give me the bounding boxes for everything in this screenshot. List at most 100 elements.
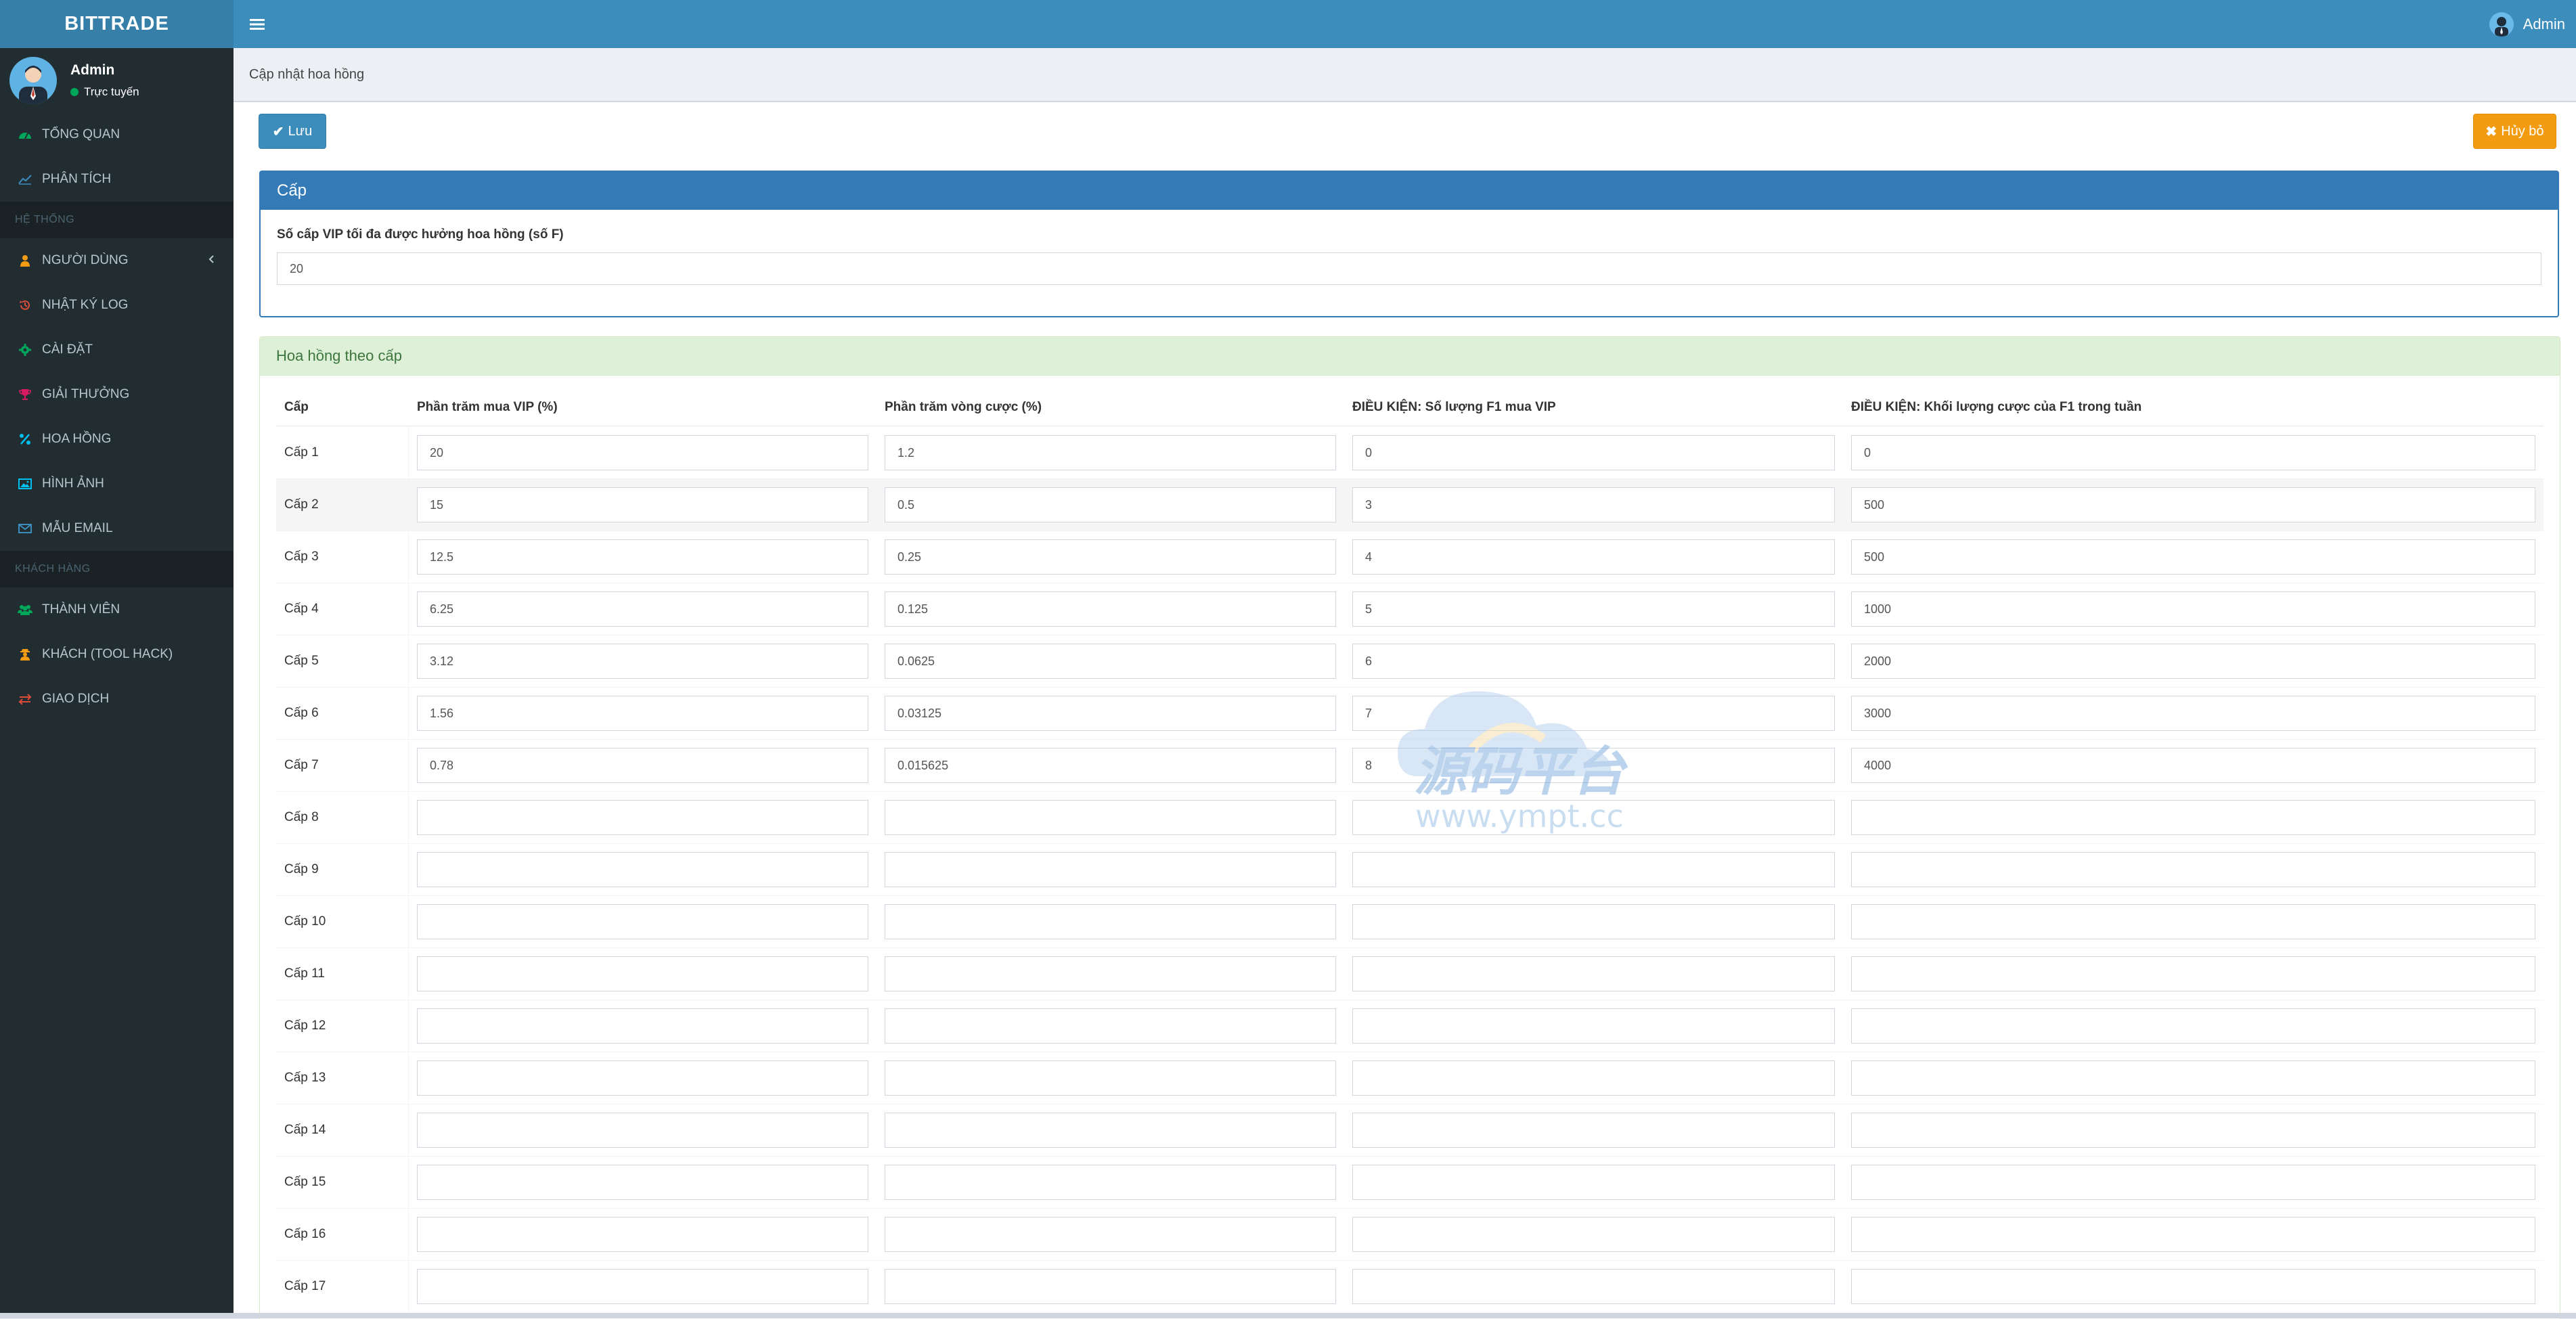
f1-count-input[interactable] <box>1352 1165 1835 1200</box>
f1-count-input[interactable] <box>1352 1008 1835 1044</box>
table-row: Cấp 1 20 1.2 0 0 <box>276 426 2544 478</box>
f1-count-input[interactable]: 3 <box>1352 487 1835 522</box>
save-button[interactable]: ✔ Lưu <box>259 114 326 149</box>
sidebar-item-khach-tool-hack[interactable]: KHÁCH (TOOL HACK) <box>0 632 234 677</box>
app-logo[interactable]: BITTRADE <box>0 0 234 48</box>
max-vip-level-input[interactable]: 20 <box>277 252 2541 285</box>
vip-percent-input[interactable]: 12.5 <box>417 539 868 575</box>
bet-percent-input[interactable] <box>885 904 1336 939</box>
f1-volume-input[interactable] <box>1851 1165 2535 1200</box>
f1-count-input[interactable]: 8 <box>1352 748 1835 783</box>
sidebar-item-giao-dich[interactable]: GIAO DỊCH <box>0 677 234 721</box>
f1-volume-input[interactable] <box>1851 1008 2535 1044</box>
vip-percent-input[interactable]: 1.56 <box>417 696 868 731</box>
bottom-scrollbar[interactable] <box>0 1313 2576 1318</box>
vip-percent-input[interactable] <box>417 1113 868 1148</box>
sidebar-item-cai-dat[interactable]: CÀI ĐẶT <box>0 328 234 372</box>
vip-percent-input[interactable] <box>417 956 868 991</box>
f1-volume-input[interactable] <box>1851 852 2535 887</box>
bet-percent-input[interactable]: 0.5 <box>885 487 1336 522</box>
cancel-button[interactable]: ✖ Hủy bỏ <box>2473 114 2556 149</box>
row-level-label: Cấp 12 <box>276 1000 409 1052</box>
f1-count-input[interactable] <box>1352 956 1835 991</box>
bet-percent-input[interactable] <box>885 852 1336 887</box>
sidebar-item-giai-thuong[interactable]: GIẢI THƯỞNG <box>0 372 234 417</box>
f1-volume-input[interactable]: 500 <box>1851 539 2535 575</box>
sidebar-item-thanh-vien[interactable]: THÀNH VIÊN <box>0 587 234 632</box>
sidebar-item-mau-email[interactable]: MẪU EMAIL <box>0 506 234 551</box>
sidebar-item-nguoi-dung[interactable]: NGƯỜI DÙNG <box>0 238 234 283</box>
vip-percent-input[interactable] <box>417 1217 868 1252</box>
vip-percent-input[interactable]: 15 <box>417 487 868 522</box>
gear-icon <box>18 342 32 357</box>
sidebar-item-label: THÀNH VIÊN <box>42 602 120 617</box>
f1-count-input[interactable] <box>1352 1217 1835 1252</box>
f1-count-input[interactable]: 0 <box>1352 435 1835 470</box>
f1-count-input[interactable] <box>1352 904 1835 939</box>
sidebar-item-label: PHÂN TÍCH <box>42 172 112 186</box>
top-user-menu[interactable]: Admin <box>2489 0 2565 48</box>
sidebar-item-tong-quan[interactable]: TỔNG QUAN <box>0 112 234 157</box>
f1-volume-input[interactable] <box>1851 1269 2535 1304</box>
bet-percent-input[interactable]: 1.2 <box>885 435 1336 470</box>
sidebar-item-nhat-ky-log[interactable]: NHẬT KÝ LOG <box>0 283 234 328</box>
vip-percent-input[interactable]: 0.78 <box>417 748 868 783</box>
table-row: Cấp 3 12.5 0.25 4 500 <box>276 531 2544 583</box>
vip-percent-input[interactable] <box>417 1008 868 1044</box>
vip-percent-input[interactable]: 20 <box>417 435 868 470</box>
sidebar-item-phan-tich[interactable]: PHÂN TÍCH <box>0 157 234 202</box>
f1-count-input[interactable] <box>1352 1113 1835 1148</box>
bet-percent-input[interactable] <box>885 1217 1336 1252</box>
bet-percent-input[interactable] <box>885 1269 1336 1304</box>
bet-percent-input[interactable] <box>885 1060 1336 1096</box>
bet-percent-input[interactable] <box>885 1113 1336 1148</box>
chevron-left-icon[interactable] <box>208 253 215 268</box>
bet-percent-input[interactable]: 0.015625 <box>885 748 1336 783</box>
row-level-label: Cấp 17 <box>276 1261 409 1312</box>
f1-count-input[interactable] <box>1352 1269 1835 1304</box>
bet-percent-input[interactable] <box>885 956 1336 991</box>
table-cell: 0.125 <box>876 591 1344 627</box>
bet-percent-input[interactable]: 0.0625 <box>885 644 1336 679</box>
f1-volume-input[interactable]: 0 <box>1851 435 2535 470</box>
table-row: Cấp 5 3.12 0.0625 6 2000 <box>276 635 2544 687</box>
vip-percent-input[interactable] <box>417 800 868 835</box>
f1-volume-input[interactable]: 4000 <box>1851 748 2535 783</box>
vip-percent-input[interactable] <box>417 1269 868 1304</box>
f1-volume-input[interactable]: 2000 <box>1851 644 2535 679</box>
vip-percent-input[interactable]: 3.12 <box>417 644 868 679</box>
sidebar-item-hinh-anh[interactable]: HÌNH ẢNH <box>0 462 234 506</box>
f1-volume-input[interactable]: 1000 <box>1851 591 2535 627</box>
f1-count-input[interactable]: 6 <box>1352 644 1835 679</box>
f1-count-input[interactable]: 5 <box>1352 591 1835 627</box>
vip-percent-input[interactable]: 6.25 <box>417 591 868 627</box>
f1-count-input[interactable]: 7 <box>1352 696 1835 731</box>
vip-percent-input[interactable] <box>417 1165 868 1200</box>
vip-percent-input[interactable] <box>417 904 868 939</box>
bet-percent-input[interactable] <box>885 1165 1336 1200</box>
sidebar-item-hoa-hong[interactable]: HOA HỒNG <box>0 417 234 462</box>
vip-percent-input[interactable] <box>417 852 868 887</box>
f1-volume-input[interactable] <box>1851 800 2535 835</box>
vip-percent-input[interactable] <box>417 1060 868 1096</box>
bet-percent-input[interactable] <box>885 800 1336 835</box>
f1-volume-input[interactable] <box>1851 1217 2535 1252</box>
table-cell <box>409 904 876 939</box>
bet-percent-input[interactable] <box>885 1008 1336 1044</box>
f1-count-input[interactable] <box>1352 852 1835 887</box>
f1-volume-input[interactable]: 500 <box>1851 487 2535 522</box>
table-cell <box>409 852 876 887</box>
sidebar-toggle-icon[interactable] <box>247 14 267 35</box>
f1-count-input[interactable] <box>1352 800 1835 835</box>
f1-count-input[interactable]: 4 <box>1352 539 1835 575</box>
bet-percent-input[interactable]: 0.25 <box>885 539 1336 575</box>
breadcrumb: Cập nhật hoa hồng <box>234 48 2576 102</box>
f1-count-input[interactable] <box>1352 1060 1835 1096</box>
f1-volume-input[interactable] <box>1851 956 2535 991</box>
f1-volume-input[interactable] <box>1851 1060 2535 1096</box>
bet-percent-input[interactable]: 0.03125 <box>885 696 1336 731</box>
f1-volume-input[interactable]: 3000 <box>1851 696 2535 731</box>
f1-volume-input[interactable] <box>1851 904 2535 939</box>
f1-volume-input[interactable] <box>1851 1113 2535 1148</box>
bet-percent-input[interactable]: 0.125 <box>885 591 1336 627</box>
